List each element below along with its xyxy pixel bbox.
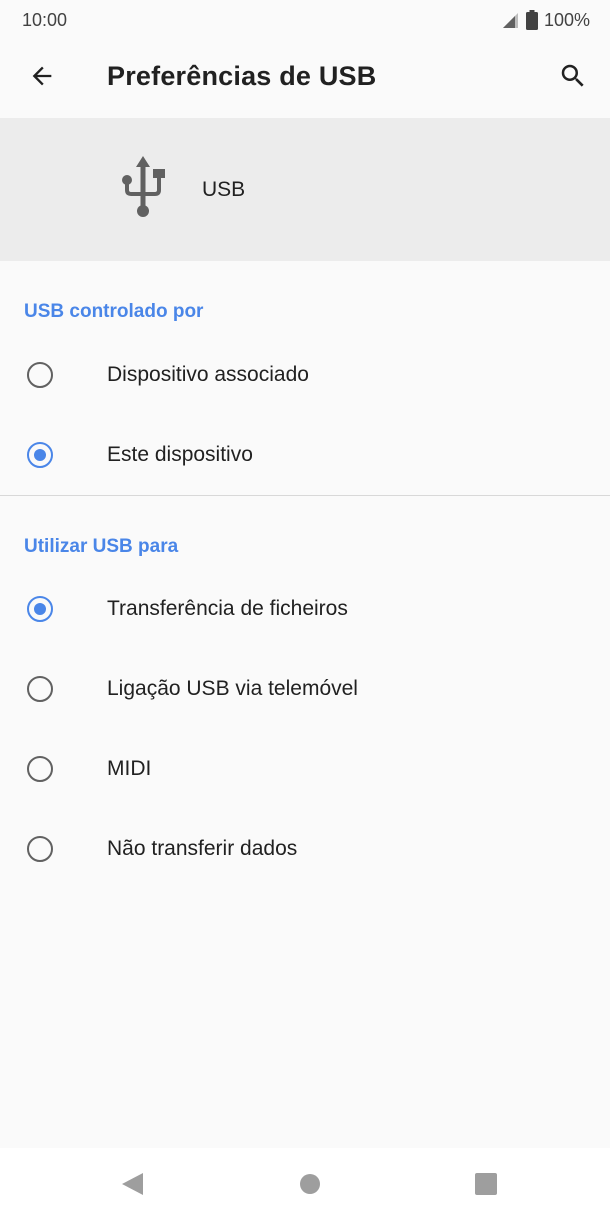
status-time: 10:00 bbox=[22, 9, 68, 30]
option-ligacao-usb[interactable]: Ligação USB via telemóvel bbox=[0, 651, 610, 731]
battery-icon bbox=[525, 10, 538, 30]
section-title-use-usb-for: Utilizar USB para bbox=[24, 536, 179, 557]
radio-button[interactable] bbox=[27, 836, 53, 862]
radio-button-selected[interactable] bbox=[27, 442, 53, 468]
option-label: MIDI bbox=[107, 757, 152, 780]
option-nao-transferir-dados[interactable]: Não transferir dados bbox=[0, 811, 610, 891]
back-triangle-icon[interactable] bbox=[121, 1172, 145, 1201]
option-label: Ligação USB via telemóvel bbox=[107, 677, 358, 700]
radio-button[interactable] bbox=[27, 756, 53, 782]
radio-button[interactable] bbox=[27, 676, 53, 702]
section-title-controlled-by: USB controlado por bbox=[24, 301, 204, 322]
option-dispositivo-associado[interactable]: Dispositivo associado bbox=[0, 337, 610, 417]
navigation-bar bbox=[0, 1148, 610, 1220]
search-button[interactable] bbox=[553, 58, 593, 98]
usb-header: USB bbox=[0, 118, 610, 261]
option-midi[interactable]: MIDI bbox=[0, 731, 610, 811]
option-label: Este dispositivo bbox=[107, 443, 253, 466]
option-este-dispositivo[interactable]: Este dispositivo bbox=[0, 417, 610, 497]
option-label: Não transferir dados bbox=[107, 837, 298, 860]
usb-icon bbox=[119, 156, 167, 225]
status-icons: 100% bbox=[500, 10, 590, 31]
radio-button[interactable] bbox=[27, 362, 53, 388]
radio-button-selected[interactable] bbox=[27, 596, 53, 622]
back-button[interactable] bbox=[22, 58, 62, 98]
divider bbox=[0, 495, 610, 496]
usb-header-label: USB bbox=[202, 178, 246, 201]
battery-percent: 100% bbox=[543, 9, 590, 30]
arrow-back-icon bbox=[28, 62, 56, 95]
home-circle-icon[interactable] bbox=[299, 1172, 323, 1201]
page-title: Preferências de USB bbox=[107, 61, 377, 91]
status-bar: 10:00 100% bbox=[0, 0, 610, 40]
option-label: Transferência de ficheiros bbox=[107, 597, 348, 620]
recents-square-icon[interactable] bbox=[474, 1172, 498, 1201]
option-transferencia-ficheiros[interactable]: Transferência de ficheiros bbox=[0, 571, 610, 651]
option-label: Dispositivo associado bbox=[107, 363, 309, 386]
app-bar: Preferências de USB bbox=[0, 40, 610, 118]
signal-icon bbox=[500, 11, 520, 29]
search-icon bbox=[558, 61, 588, 96]
